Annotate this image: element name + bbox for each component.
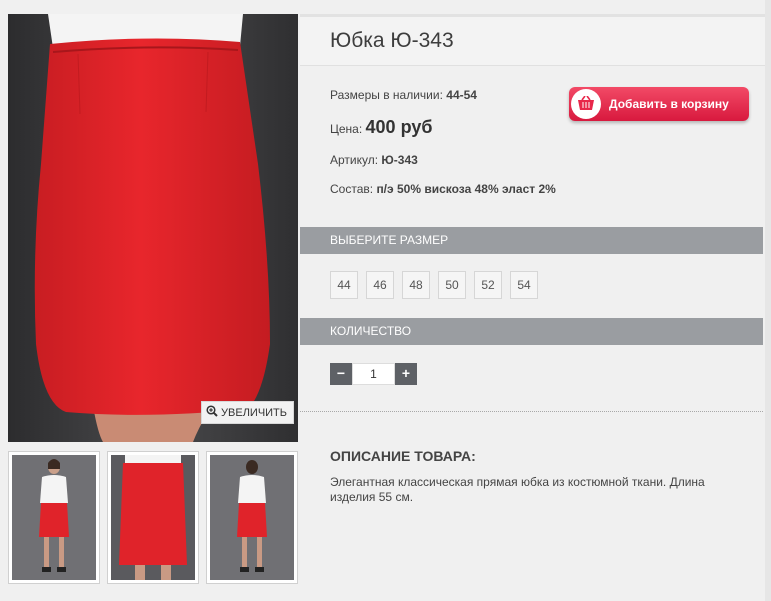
thumbnail-image [111,455,195,580]
quantity-input[interactable]: 1 [352,363,395,385]
quantity-stepper: − 1 + [330,363,417,385]
thumbnail-strip [8,451,298,586]
sizes-label: Размеры в наличии: [330,88,443,102]
size-option-52[interactable]: 52 [474,271,502,299]
size-option-46[interactable]: 46 [366,271,394,299]
product-gallery: УВЕЛИЧИТЬ [0,0,300,601]
sku-value: Ю-343 [381,153,418,167]
description-title: ОПИСАНИЕ ТОВАРА: [330,448,476,464]
magnifier-plus-icon [206,405,218,420]
description-text: Элегантная классическая прямая юбка из к… [330,475,705,504]
main-product-photo[interactable]: УВЕЛИЧИТЬ [8,14,298,442]
size-options: 44 46 48 50 52 54 [330,271,538,299]
size-option-48[interactable]: 48 [402,271,430,299]
thumbnail-skirt-closeup[interactable] [107,451,199,584]
size-option-50[interactable]: 50 [438,271,466,299]
add-to-cart-label: Добавить в корзину [609,97,729,111]
quantity-plus-button[interactable]: + [395,363,417,385]
quantity-section-header: КОЛИЧЕСТВО [300,318,763,345]
sizes-available: Размеры в наличии: 44-54 [330,88,477,102]
sku: Артикул: Ю-343 [330,153,418,167]
add-to-cart-button[interactable]: Добавить в корзину [569,87,749,121]
composition: Состав: п/э 50% вискоза 48% эласт 2% [330,182,565,197]
basket-icon [571,89,601,119]
product-details: Юбка Ю-343 Размеры в наличии: 44-54 Цена… [300,0,765,601]
sizes-value: 44-54 [446,88,477,102]
thumbnail-image [210,455,294,580]
thumbnail-front-full[interactable] [8,451,100,584]
product-title: Юбка Ю-343 [330,29,454,52]
size-section-header: ВЫБЕРИТЕ РАЗМЕР [300,227,763,254]
quantity-minus-button[interactable]: − [330,363,352,385]
page-edge [765,0,771,601]
composition-label: Состав: [330,182,374,196]
sku-label: Артикул: [330,153,379,167]
composition-value: п/э 50% вискоза 48% эласт 2% [376,182,556,196]
thumbnail-image [12,455,96,580]
price: Цена: 400 руб [330,117,432,138]
size-option-54[interactable]: 54 [510,271,538,299]
price-value: 400 руб [365,117,433,137]
thumbnail-back-full[interactable] [206,451,298,584]
skirt-photo-image [8,14,298,442]
title-bar: Юбка Ю-343 [300,14,765,66]
size-option-44[interactable]: 44 [330,271,358,299]
zoom-label: УВЕЛИЧИТЬ [221,406,287,419]
zoom-button[interactable]: УВЕЛИЧИТЬ [201,401,294,424]
price-label: Цена: [330,122,363,136]
divider [300,411,763,412]
